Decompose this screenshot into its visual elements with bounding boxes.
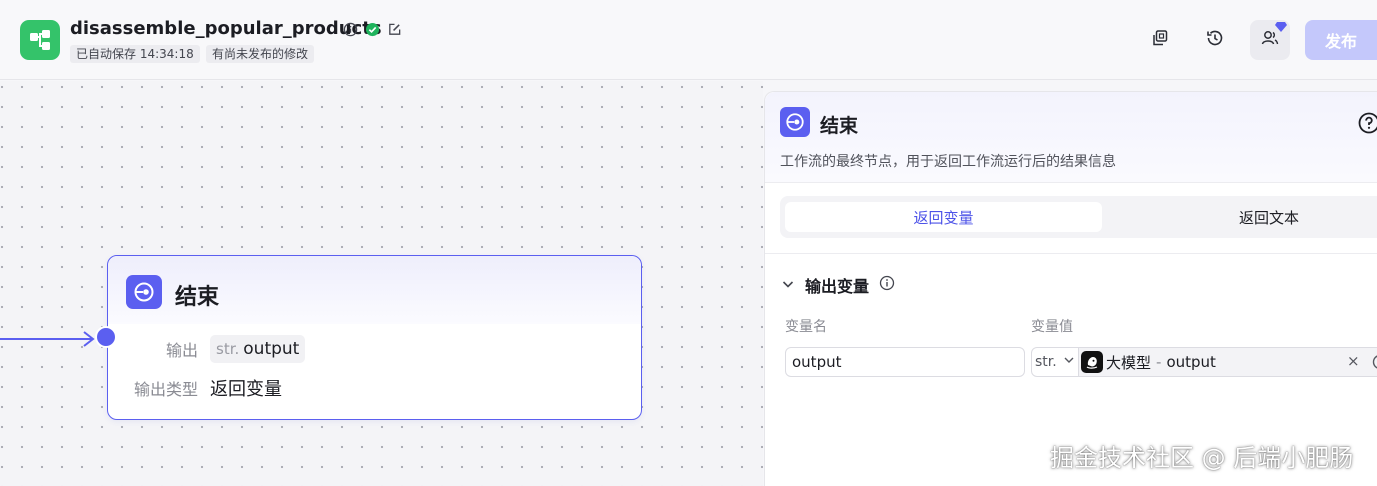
history-icon bbox=[1205, 28, 1225, 52]
clear-reference-button[interactable]: × bbox=[1347, 352, 1360, 370]
check-circle-icon bbox=[364, 21, 380, 37]
history-button[interactable] bbox=[1195, 20, 1235, 60]
info-icon[interactable] bbox=[342, 21, 358, 37]
output-variable-name: output bbox=[243, 339, 300, 359]
tab-return-variable[interactable]: 返回变量 bbox=[785, 202, 1102, 232]
connection-edge bbox=[0, 331, 95, 347]
chevron-down-icon bbox=[1063, 354, 1075, 370]
output-variable-chip: str. output bbox=[210, 335, 306, 363]
section-title: 输出变量 bbox=[805, 277, 870, 296]
llm-node-icon bbox=[1081, 351, 1103, 373]
publish-button[interactable]: 发布 bbox=[1305, 20, 1377, 60]
tab-return-text[interactable]: 返回文本 bbox=[1110, 202, 1377, 232]
column-header-name: 变量名 bbox=[785, 319, 827, 335]
variable-name-input[interactable]: output bbox=[785, 347, 1025, 377]
output-mode-tabs: 返回变量 返回文本 bbox=[780, 196, 1377, 238]
workflow-canvas[interactable]: 结束 输出 str. output 输出类型 返回变量 bbox=[0, 81, 763, 486]
output-type-label: 输出类型 bbox=[133, 380, 198, 399]
output-type-tag: str. bbox=[216, 340, 240, 358]
end-node-title: 结束 bbox=[175, 285, 220, 310]
collaborators-button[interactable] bbox=[1250, 20, 1290, 60]
column-header-value: 变量值 bbox=[1031, 319, 1073, 335]
end-node-icon bbox=[126, 275, 162, 309]
variable-type-value: str. bbox=[1035, 354, 1057, 370]
end-node[interactable]: 结束 输出 str. output 输出类型 返回变量 bbox=[95, 255, 642, 420]
chevron-down-icon[interactable] bbox=[781, 276, 795, 295]
reference-separator: - bbox=[1156, 353, 1162, 371]
variable-reference-chip: 大模型 - output bbox=[1081, 351, 1216, 373]
reference-source-field: output bbox=[1166, 353, 1216, 371]
divider bbox=[765, 253, 1377, 254]
output-label: 输出 bbox=[165, 341, 198, 360]
variable-reference-field[interactable]: 大模型 - output × bbox=[1078, 347, 1377, 377]
workflow-logo-icon bbox=[20, 20, 60, 60]
workflow-header: disassemble_popular_products 已自动保存 14:34… bbox=[0, 0, 1377, 80]
copy-button[interactable] bbox=[1140, 20, 1180, 60]
copy-icon bbox=[1151, 29, 1169, 51]
workflow-title: disassemble_popular_products bbox=[70, 18, 382, 39]
output-type-value: 返回变量 bbox=[210, 379, 282, 400]
autosave-badge: 已自动保存 14:34:18 bbox=[70, 45, 200, 63]
info-icon[interactable] bbox=[879, 275, 895, 295]
panel-title: 结束 bbox=[820, 115, 859, 137]
panel-description: 工作流的最终节点，用于返回工作流运行后的结果信息 bbox=[780, 154, 1116, 170]
variable-type-select[interactable]: str. bbox=[1031, 347, 1079, 377]
watermark: 掘金技术社区 @ 后端小肥肠 bbox=[1050, 444, 1354, 472]
reference-source-node: 大模型 bbox=[1106, 353, 1152, 372]
edit-icon[interactable] bbox=[386, 21, 402, 37]
unpublished-badge: 有尚未发布的修改 bbox=[206, 45, 315, 63]
help-icon[interactable] bbox=[1358, 112, 1377, 134]
node-config-panel: 结束 工作流的最终节点，用于返回工作流运行后的结果信息 返回变量 返回文本 输出… bbox=[764, 91, 1377, 486]
premium-diamond-icon bbox=[1275, 17, 1287, 32]
end-node-icon bbox=[780, 107, 810, 137]
reference-options-icon[interactable] bbox=[1372, 354, 1377, 370]
